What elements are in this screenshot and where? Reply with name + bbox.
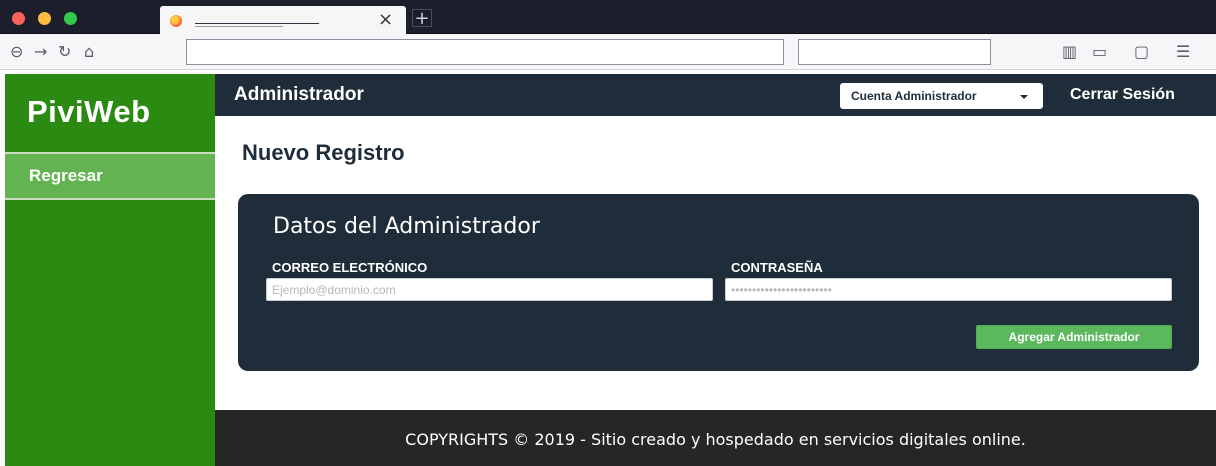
browser-navbar: ⊖ → ↻ ⌂ ▥ ▭ ▢ ☰ [0,34,1216,70]
caret-down-icon [1020,95,1028,99]
email-label: CORREO ELECTRÓNICO [272,260,428,275]
browser-titlebar: × + [0,0,1216,34]
logout-link[interactable]: Cerrar Sesión [1070,86,1175,104]
reader-icon[interactable]: ▭ [1092,42,1107,62]
browser-tab[interactable]: × [160,6,406,34]
window-maximize-button[interactable] [64,12,77,25]
window-close-button[interactable] [12,12,25,25]
home-icon[interactable]: ⌂ [84,42,94,62]
menu-icon[interactable]: ☰ [1176,42,1190,62]
brand-logo: PiviWeb [27,94,151,129]
tab-close-icon[interactable]: × [378,9,393,31]
library-icon[interactable]: ▥ [1062,42,1077,62]
header-title: Administrador [234,84,364,105]
forward-icon[interactable]: → [34,42,47,62]
top-header: Administrador Cuenta Administrador Cerra… [215,74,1216,116]
card-title: Datos del Administrador [273,214,540,239]
account-dropdown-button[interactable]: Cuenta Administrador [840,83,1043,109]
search-bar[interactable] [798,39,991,65]
back-icon[interactable]: ⊖ [10,42,23,62]
sidebar-item-label: Regresar [29,166,103,185]
firefox-icon [170,15,182,27]
new-tab-button[interactable]: + [412,9,432,28]
window-minimize-button[interactable] [38,12,51,25]
add-admin-button[interactable]: Agregar Administrador [976,325,1172,349]
password-input[interactable] [725,278,1172,301]
account-dropdown-label: Cuenta Administrador [851,89,977,103]
footer-copyright: COPYRIGHTS © 2019 - Sitio creado y hospe… [405,430,1026,449]
sidebar-item-regresar[interactable]: Regresar [5,152,215,200]
tab-title-placeholder-secondary [195,26,283,27]
sidebar-icon[interactable]: ▢ [1134,42,1149,62]
footer: COPYRIGHTS © 2019 - Sitio creado y hospe… [215,410,1216,466]
admin-form-card: Datos del Administrador CORREO ELECTRÓNI… [238,194,1199,371]
tab-title-placeholder [195,23,319,24]
email-input[interactable] [266,278,713,301]
reload-icon[interactable]: ↻ [58,42,71,62]
url-bar[interactable] [186,39,784,65]
sidebar: PiviWeb Regresar [5,74,215,466]
page-title: Nuevo Registro [242,140,405,165]
password-label: CONTRASEÑA [731,260,823,275]
